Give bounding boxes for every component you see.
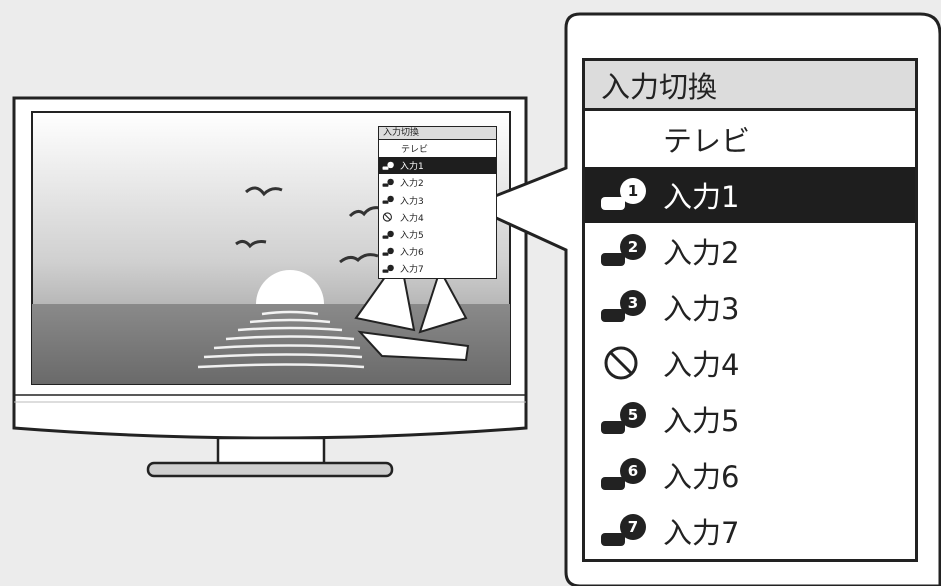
prohibited-icon: [382, 212, 392, 222]
input-connector-5-icon: 5: [601, 402, 646, 434]
menu-item-label: 入力1: [400, 162, 424, 173]
menu-item-label: 入力7: [663, 516, 740, 550]
menu-item-input2[interactable]: 2 入力2: [585, 223, 915, 279]
menu-item-label: 入力3: [663, 292, 740, 326]
menu-item-label: 入力6: [400, 248, 424, 259]
prohibited-icon: [604, 346, 638, 380]
menu-item-input3[interactable]: 3 入力3: [585, 279, 915, 335]
menu-item-input2[interactable]: 入力2: [379, 174, 496, 191]
svg-text:5: 5: [628, 406, 638, 424]
menu-item-label: 入力1: [663, 180, 740, 214]
menu-item-input7[interactable]: 7 入力7: [585, 503, 915, 559]
menu-item-label: 入力3: [400, 196, 424, 207]
menu-item-input6[interactable]: 入力6: [379, 243, 496, 260]
menu-item-tv[interactable]: テレビ: [379, 140, 496, 157]
svg-text:2: 2: [628, 238, 638, 256]
input-connector-5-icon: [382, 230, 394, 239]
input-connector-2-icon: 2: [601, 234, 646, 266]
input-connector-7-icon: [382, 264, 394, 273]
menu-item-label: 入力2: [400, 179, 424, 190]
menu-title: 入力切換: [379, 127, 496, 140]
input-connector-7-icon: 7: [601, 514, 646, 546]
input-connector-1-icon: 1: [601, 178, 646, 210]
menu-item-input1[interactable]: 1 入力1: [585, 167, 915, 223]
input-connector-3-icon: [382, 195, 394, 204]
svg-text:6: 6: [628, 462, 638, 480]
input-connector-2-icon: [382, 178, 394, 187]
menu-item-input4[interactable]: 入力4: [585, 335, 915, 391]
menu-item-tv[interactable]: テレビ: [585, 111, 915, 167]
menu-item-input1[interactable]: 入力1: [379, 157, 496, 175]
menu-item-label: 入力7: [400, 265, 424, 276]
svg-text:3: 3: [628, 294, 638, 312]
menu-item-input5[interactable]: 5 入力5: [585, 391, 915, 447]
tv-stand: [146, 436, 394, 478]
input-connector-1-icon: [382, 161, 394, 170]
input-connector-6-icon: 6: [601, 458, 646, 490]
menu-item-input6[interactable]: 6 入力6: [585, 447, 915, 503]
menu-item-input4[interactable]: 入力4: [379, 209, 496, 226]
input-connector-6-icon: [382, 247, 394, 256]
menu-title: 入力切換: [585, 61, 915, 111]
menu-item-label: 入力4: [663, 348, 740, 382]
tv-input-menu-small: 入力切換 テレビ 入力1 入力2 入力3 入力4 入力5 入力6 入力7: [378, 126, 497, 279]
menu-item-input7[interactable]: 入力7: [379, 260, 496, 277]
menu-item-label: 入力5: [663, 404, 740, 438]
menu-item-input5[interactable]: 入力5: [379, 226, 496, 243]
input-connector-3-icon: 3: [601, 290, 646, 322]
menu-item-input3[interactable]: 入力3: [379, 192, 496, 209]
input-switch-menu: 入力切換 テレビ 1 入力1 2 入力2 3 入力3 入力4 5 入力5 6 入…: [582, 58, 918, 562]
menu-item-label: 入力6: [663, 460, 740, 494]
svg-text:7: 7: [628, 518, 638, 536]
menu-item-label: 入力5: [400, 231, 424, 242]
svg-text:1: 1: [628, 182, 638, 200]
menu-item-label: 入力2: [663, 236, 740, 270]
menu-item-label: 入力4: [400, 213, 424, 224]
